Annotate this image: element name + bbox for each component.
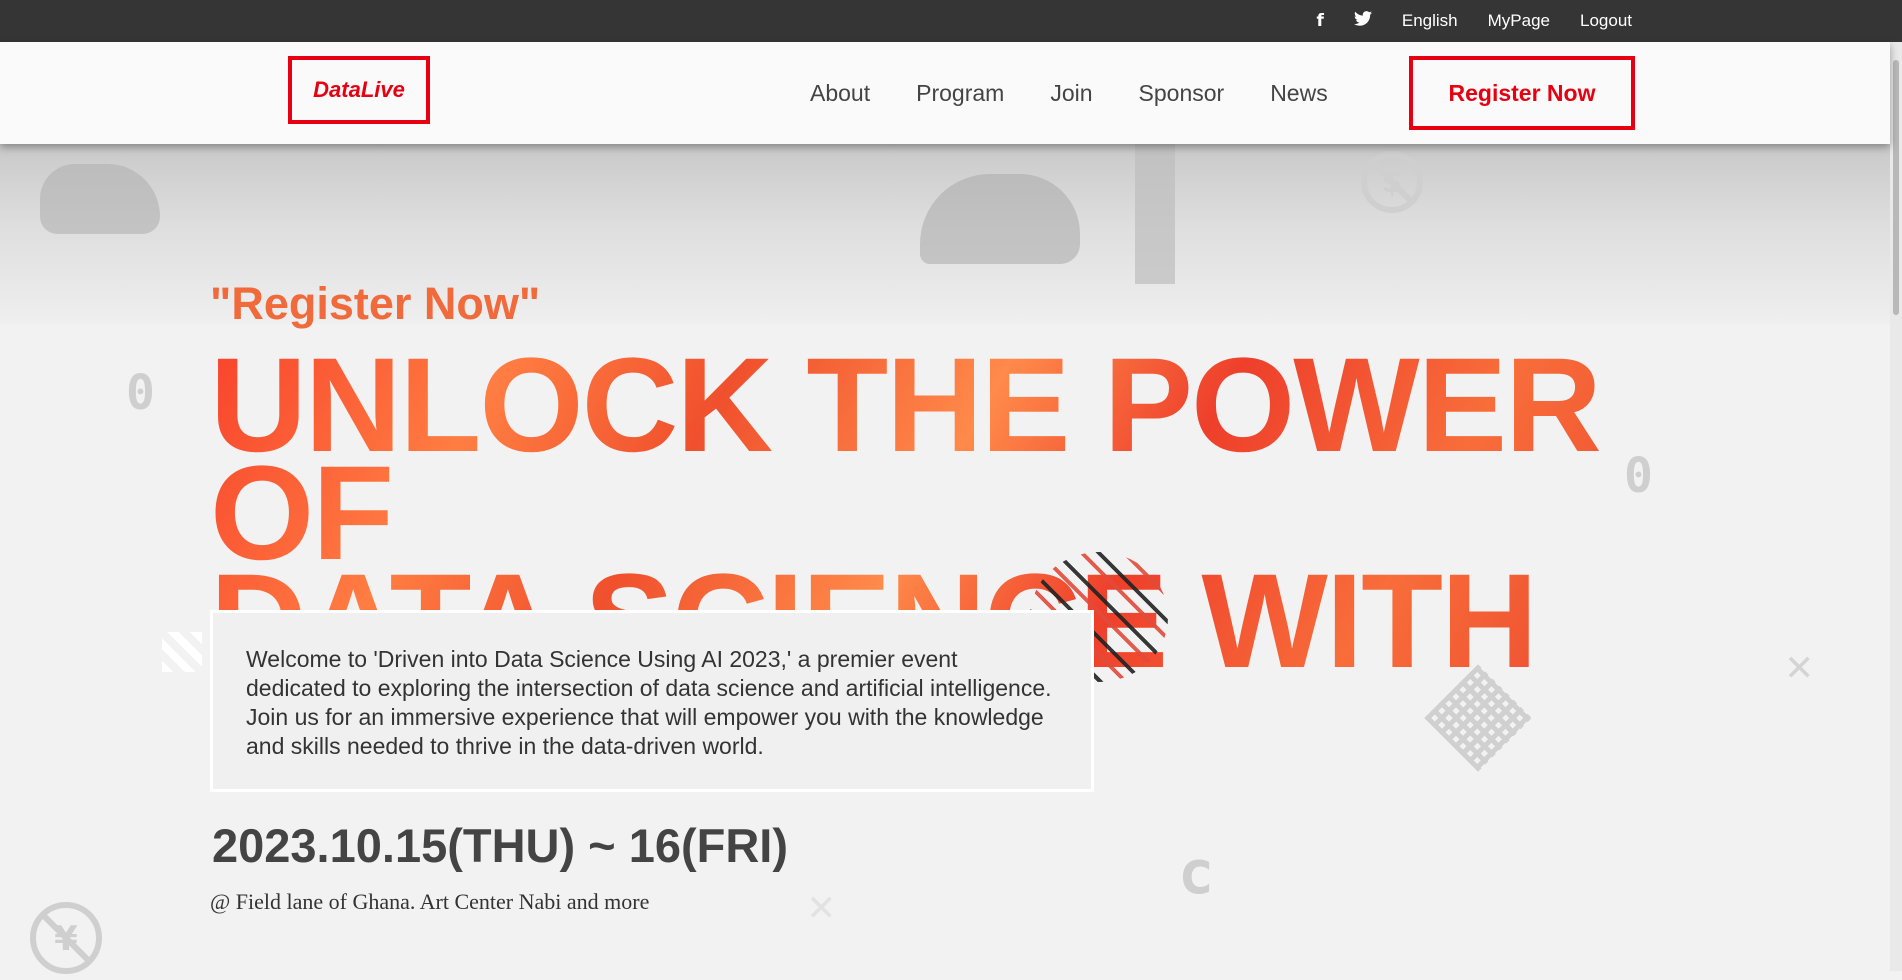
hero-subtitle: "Register Now"	[210, 278, 541, 329]
svg-text:¥: ¥	[54, 919, 78, 959]
mypage-link[interactable]: MyPage	[1488, 11, 1550, 31]
svg-text:$: $	[1382, 165, 1403, 200]
facebook-icon[interactable]: f	[1316, 11, 1323, 31]
photo-shoe-center	[920, 174, 1080, 264]
nav-about[interactable]: About	[810, 80, 870, 107]
zero-decoration-left: 0	[126, 365, 155, 421]
page-scrollbar[interactable]	[1890, 42, 1902, 971]
event-description-box: Welcome to 'Driven into Data Science Usi…	[210, 610, 1094, 792]
dollar-circle-icon: $	[1360, 150, 1424, 214]
nav-news[interactable]: News	[1270, 80, 1328, 107]
photo-shoe-left	[40, 164, 160, 234]
event-venue: @ Field lane of Ghana. Art Center Nabi a…	[210, 889, 650, 914]
main-header: DataLive About Program Join Sponsor News…	[0, 42, 1890, 144]
white-pixel-decoration	[162, 632, 202, 672]
event-date: 2023.10.15(THU) ~ 16(FRI)	[212, 819, 788, 872]
yen-circle-icon: ¥	[28, 900, 104, 976]
headline-line-1: UNLOCK THE POWER OF	[210, 331, 1600, 588]
logout-link[interactable]: Logout	[1580, 11, 1632, 31]
photo-pole	[1135, 144, 1175, 284]
x-cross-icon-bottom: ✕	[808, 880, 835, 931]
top-bar: f English MyPage Logout	[0, 0, 1902, 42]
register-now-button[interactable]: Register Now	[1409, 56, 1635, 130]
nav-join[interactable]: Join	[1050, 80, 1092, 107]
language-link[interactable]: English	[1402, 11, 1458, 31]
nav-program[interactable]: Program	[916, 80, 1004, 107]
site-logo[interactable]: DataLive	[288, 56, 430, 124]
x-cross-icon-right: ✕	[1786, 640, 1813, 691]
event-description: Welcome to 'Driven into Data Science Usi…	[246, 646, 1052, 759]
c-letter-decoration: c	[1178, 838, 1215, 908]
main-nav: About Program Join Sponsor News	[810, 42, 1328, 144]
top-bar-links: f English MyPage Logout	[1316, 0, 1632, 42]
twitter-icon[interactable]	[1353, 11, 1372, 31]
nav-sponsor[interactable]: Sponsor	[1139, 80, 1225, 107]
scrollbar-thumb[interactable]	[1893, 60, 1899, 315]
